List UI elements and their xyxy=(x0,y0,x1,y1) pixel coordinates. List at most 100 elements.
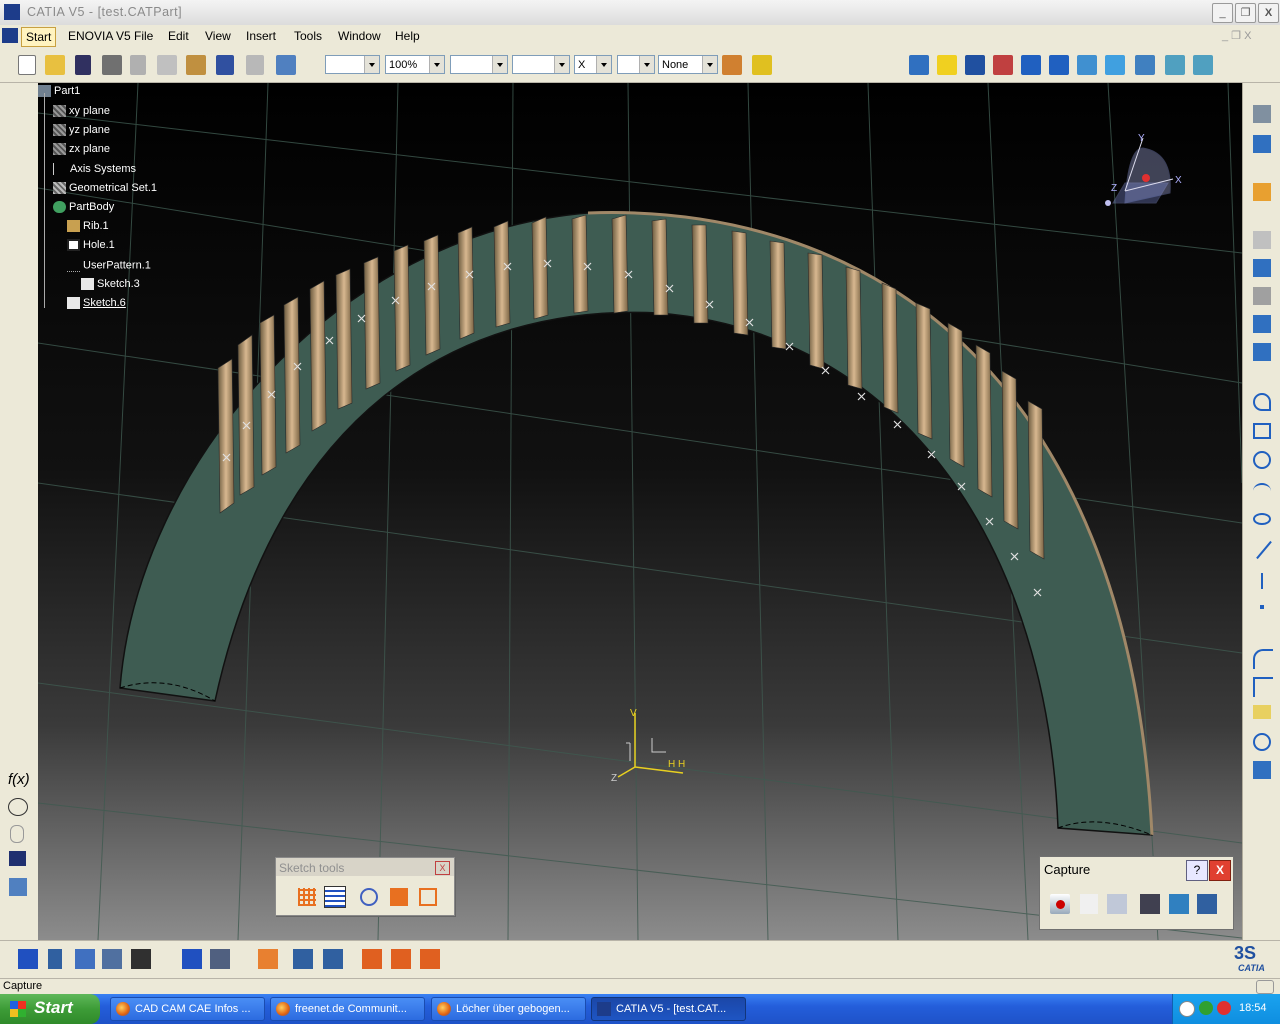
hide-show-icon[interactable] xyxy=(1165,55,1185,75)
translate-icon[interactable] xyxy=(362,949,382,969)
tree-geometrical-set[interactable]: Geometrical Set.1 xyxy=(53,182,157,195)
transformation-icon[interactable] xyxy=(1253,733,1271,751)
menu-enovia[interactable]: ENOVIA V5 xyxy=(68,29,131,43)
construction-element-icon[interactable] xyxy=(324,886,346,908)
snap-to-point-icon[interactable] xyxy=(298,888,316,906)
compass[interactable] xyxy=(1105,137,1174,206)
geometrical-constraints-icon[interactable] xyxy=(360,888,378,906)
clock[interactable]: 18:54 xyxy=(1239,1002,1267,1014)
tray-network-icon[interactable] xyxy=(1199,1001,1213,1015)
tree-xy-plane[interactable]: xy plane xyxy=(53,105,110,118)
dimension-icon[interactable] xyxy=(1253,343,1271,361)
iso-view-icon[interactable] xyxy=(1105,55,1125,75)
print-icon[interactable] xyxy=(102,55,122,75)
menu-edit[interactable]: Edit xyxy=(168,29,189,43)
formula-icon[interactable]: f(x) xyxy=(8,771,30,788)
fit-all-icon[interactable] xyxy=(937,55,957,75)
hierarchy-icon[interactable] xyxy=(9,878,27,896)
table-icon[interactable] xyxy=(9,851,26,866)
sketch-icon[interactable] xyxy=(18,949,38,969)
color-combo[interactable] xyxy=(325,55,380,74)
tree-hole[interactable]: Hole.1 xyxy=(67,239,115,252)
tree-partbody[interactable]: PartBody xyxy=(53,201,114,214)
cut-icon[interactable] xyxy=(130,55,146,75)
construction-icon[interactable] xyxy=(1253,259,1271,277)
layer-filter-combo[interactable] xyxy=(617,55,655,74)
select-arrow-icon[interactable] xyxy=(1253,183,1271,201)
redo-icon[interactable] xyxy=(246,55,264,75)
corner-icon[interactable] xyxy=(1253,649,1273,669)
curve-icon[interactable] xyxy=(1253,483,1271,499)
image-icon[interactable] xyxy=(1169,894,1189,914)
painter-icon[interactable] xyxy=(722,55,742,75)
rectangle-icon[interactable] xyxy=(1253,423,1271,439)
tree-yz-plane[interactable]: yz plane xyxy=(53,124,110,137)
menu-insert[interactable]: Insert xyxy=(246,29,276,43)
layer-combo[interactable]: None xyxy=(658,55,718,74)
exit-workbench-icon[interactable] xyxy=(1253,105,1271,123)
grid-icon[interactable] xyxy=(1253,231,1271,249)
dimensional-constraints-icon[interactable] xyxy=(390,888,408,906)
circle-icon[interactable] xyxy=(1253,451,1271,469)
project-3d-icon[interactable] xyxy=(1253,761,1271,779)
taskbar-item[interactable]: Löcher über gebogen... xyxy=(431,997,586,1021)
copy-icon[interactable] xyxy=(157,55,177,75)
menu-start[interactable]: Start xyxy=(21,27,57,47)
lock-icon[interactable] xyxy=(10,825,24,843)
menu-file[interactable]: File xyxy=(134,29,153,43)
line-icon[interactable] xyxy=(1256,540,1272,560)
drafting-icon[interactable] xyxy=(131,949,151,969)
tree-sketch6[interactable]: Sketch.6 xyxy=(53,297,126,310)
tree-sketch3[interactable]: Sketch.3 xyxy=(81,278,140,291)
swap-visible-icon[interactable] xyxy=(1193,55,1213,75)
tree-user-pattern[interactable]: UserPattern.1 xyxy=(67,259,151,272)
profile-icon[interactable] xyxy=(1253,287,1271,305)
capture-options-icon[interactable] xyxy=(1107,894,1127,914)
tree-rib[interactable]: Rib.1 xyxy=(67,220,109,233)
menu-window[interactable]: Window xyxy=(338,29,381,43)
lineweight-combo[interactable] xyxy=(512,55,570,74)
normal-view-icon[interactable] xyxy=(1077,55,1097,75)
zoom-combo[interactable]: 100% xyxy=(385,55,445,74)
command-input-icon[interactable] xyxy=(1256,980,1274,994)
rotate-icon[interactable] xyxy=(993,55,1013,75)
zoom-out-icon[interactable] xyxy=(1049,55,1069,75)
point-icon[interactable] xyxy=(1260,605,1264,609)
document-icon[interactable] xyxy=(2,28,18,43)
fly-mode-icon[interactable] xyxy=(909,55,929,75)
minimize-button[interactable]: _ xyxy=(1212,3,1233,23)
capture-help-button[interactable]: ? xyxy=(1186,860,1208,881)
record-button[interactable] xyxy=(1050,894,1070,914)
window-title-bar[interactable]: CATIA V5 - [test.CATPart] _ ❐ X xyxy=(0,0,1280,26)
linetype-combo[interactable] xyxy=(450,55,508,74)
taskbar-item-active[interactable]: CATIA V5 - [test.CAT... xyxy=(591,997,746,1021)
menu-help[interactable]: Help xyxy=(395,29,420,43)
symmetry-icon[interactable] xyxy=(420,949,440,969)
trim-icon[interactable] xyxy=(1253,705,1271,719)
paste-icon[interactable] xyxy=(186,55,206,75)
measure-icon[interactable] xyxy=(182,949,202,969)
album-icon[interactable] xyxy=(1140,894,1160,914)
new-icon[interactable] xyxy=(18,55,36,75)
capture-close-button[interactable]: X xyxy=(1209,860,1231,881)
save-icon[interactable] xyxy=(75,55,91,75)
capture-panel[interactable]: Capture ? X xyxy=(1039,856,1234,930)
undo-icon[interactable] xyxy=(216,55,234,75)
sketch-tools-panel[interactable]: Sketch tools X xyxy=(275,857,455,916)
constraint-icon[interactable] xyxy=(1253,315,1271,333)
comment-icon[interactable] xyxy=(8,798,28,816)
tray-security-icon[interactable] xyxy=(1217,1001,1231,1015)
doc-window-controls[interactable]: _ ❐ X xyxy=(1222,29,1251,42)
close-button[interactable]: X xyxy=(1258,3,1279,23)
layer-icon[interactable] xyxy=(323,949,343,969)
shading-icon[interactable] xyxy=(1135,55,1155,75)
taskbar-item[interactable]: CAD CAM CAE Infos ... xyxy=(110,997,265,1021)
rotate-part-icon[interactable] xyxy=(391,949,411,969)
3d-viewport[interactable]: Y X Z V H H Z Part1 xy plane yz plane zx… xyxy=(38,83,1242,940)
tree-zx-plane[interactable]: zx plane xyxy=(53,143,110,156)
sketch-tools-close-button[interactable]: X xyxy=(435,861,450,875)
inertia-icon[interactable] xyxy=(210,949,230,969)
chamfer-icon[interactable] xyxy=(1253,677,1273,697)
pocket-icon[interactable] xyxy=(102,949,122,969)
zoom-in-icon[interactable] xyxy=(1021,55,1041,75)
